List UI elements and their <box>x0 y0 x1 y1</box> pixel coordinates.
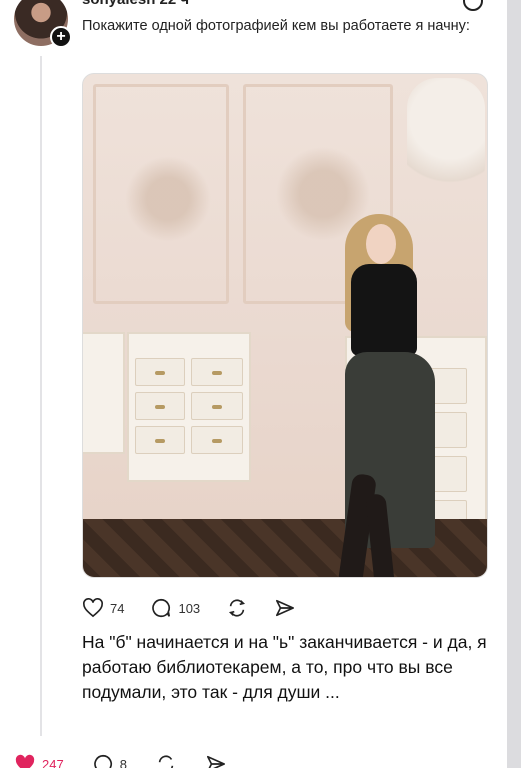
reply-button[interactable]: 103 <box>150 597 200 619</box>
post-photo[interactable] <box>82 73 488 578</box>
thread-card: + sonyalesh 22 ч Покажите одной фотограф… <box>0 0 507 768</box>
repost-button[interactable] <box>226 597 248 619</box>
like-button[interactable]: 247 <box>14 754 64 768</box>
send-icon <box>276 599 295 617</box>
dresser <box>127 332 251 482</box>
post-text: Покажите одной фотографией кем вы работа… <box>82 18 470 34</box>
reply-count: 103 <box>178 600 201 616</box>
more-options-icon[interactable] <box>463 0 483 11</box>
thread-line <box>40 56 42 736</box>
like-button[interactable]: 74 <box>82 598 124 618</box>
repost-icon <box>229 599 246 617</box>
send-icon <box>206 755 225 768</box>
repost-button[interactable] <box>155 753 177 768</box>
dresser <box>83 332 125 454</box>
wall-ornament <box>123 144 213 254</box>
post-actions: 74 103 <box>82 596 322 620</box>
side-gutter <box>507 0 521 768</box>
reply-text: На "б" начинается и на "ь" заканчивается… <box>82 632 487 702</box>
reply-button[interactable]: 8 <box>92 753 127 768</box>
follow-plus-icon[interactable]: + <box>50 26 72 48</box>
heart-icon <box>83 598 103 618</box>
heart-filled-icon <box>15 754 35 768</box>
next-post-actions: 247 8 <box>14 752 255 768</box>
comment-icon <box>152 598 171 618</box>
share-button[interactable] <box>205 754 227 768</box>
cherub-sculpture <box>407 78 485 196</box>
comment-icon <box>93 754 112 768</box>
repost-icon <box>158 755 174 768</box>
like-count: 247 <box>42 756 64 768</box>
username[interactable]: sonyalesh 22 ч <box>82 0 189 8</box>
share-button[interactable] <box>274 598 296 618</box>
like-count: 74 <box>110 600 125 616</box>
reply-count: 8 <box>119 756 127 768</box>
